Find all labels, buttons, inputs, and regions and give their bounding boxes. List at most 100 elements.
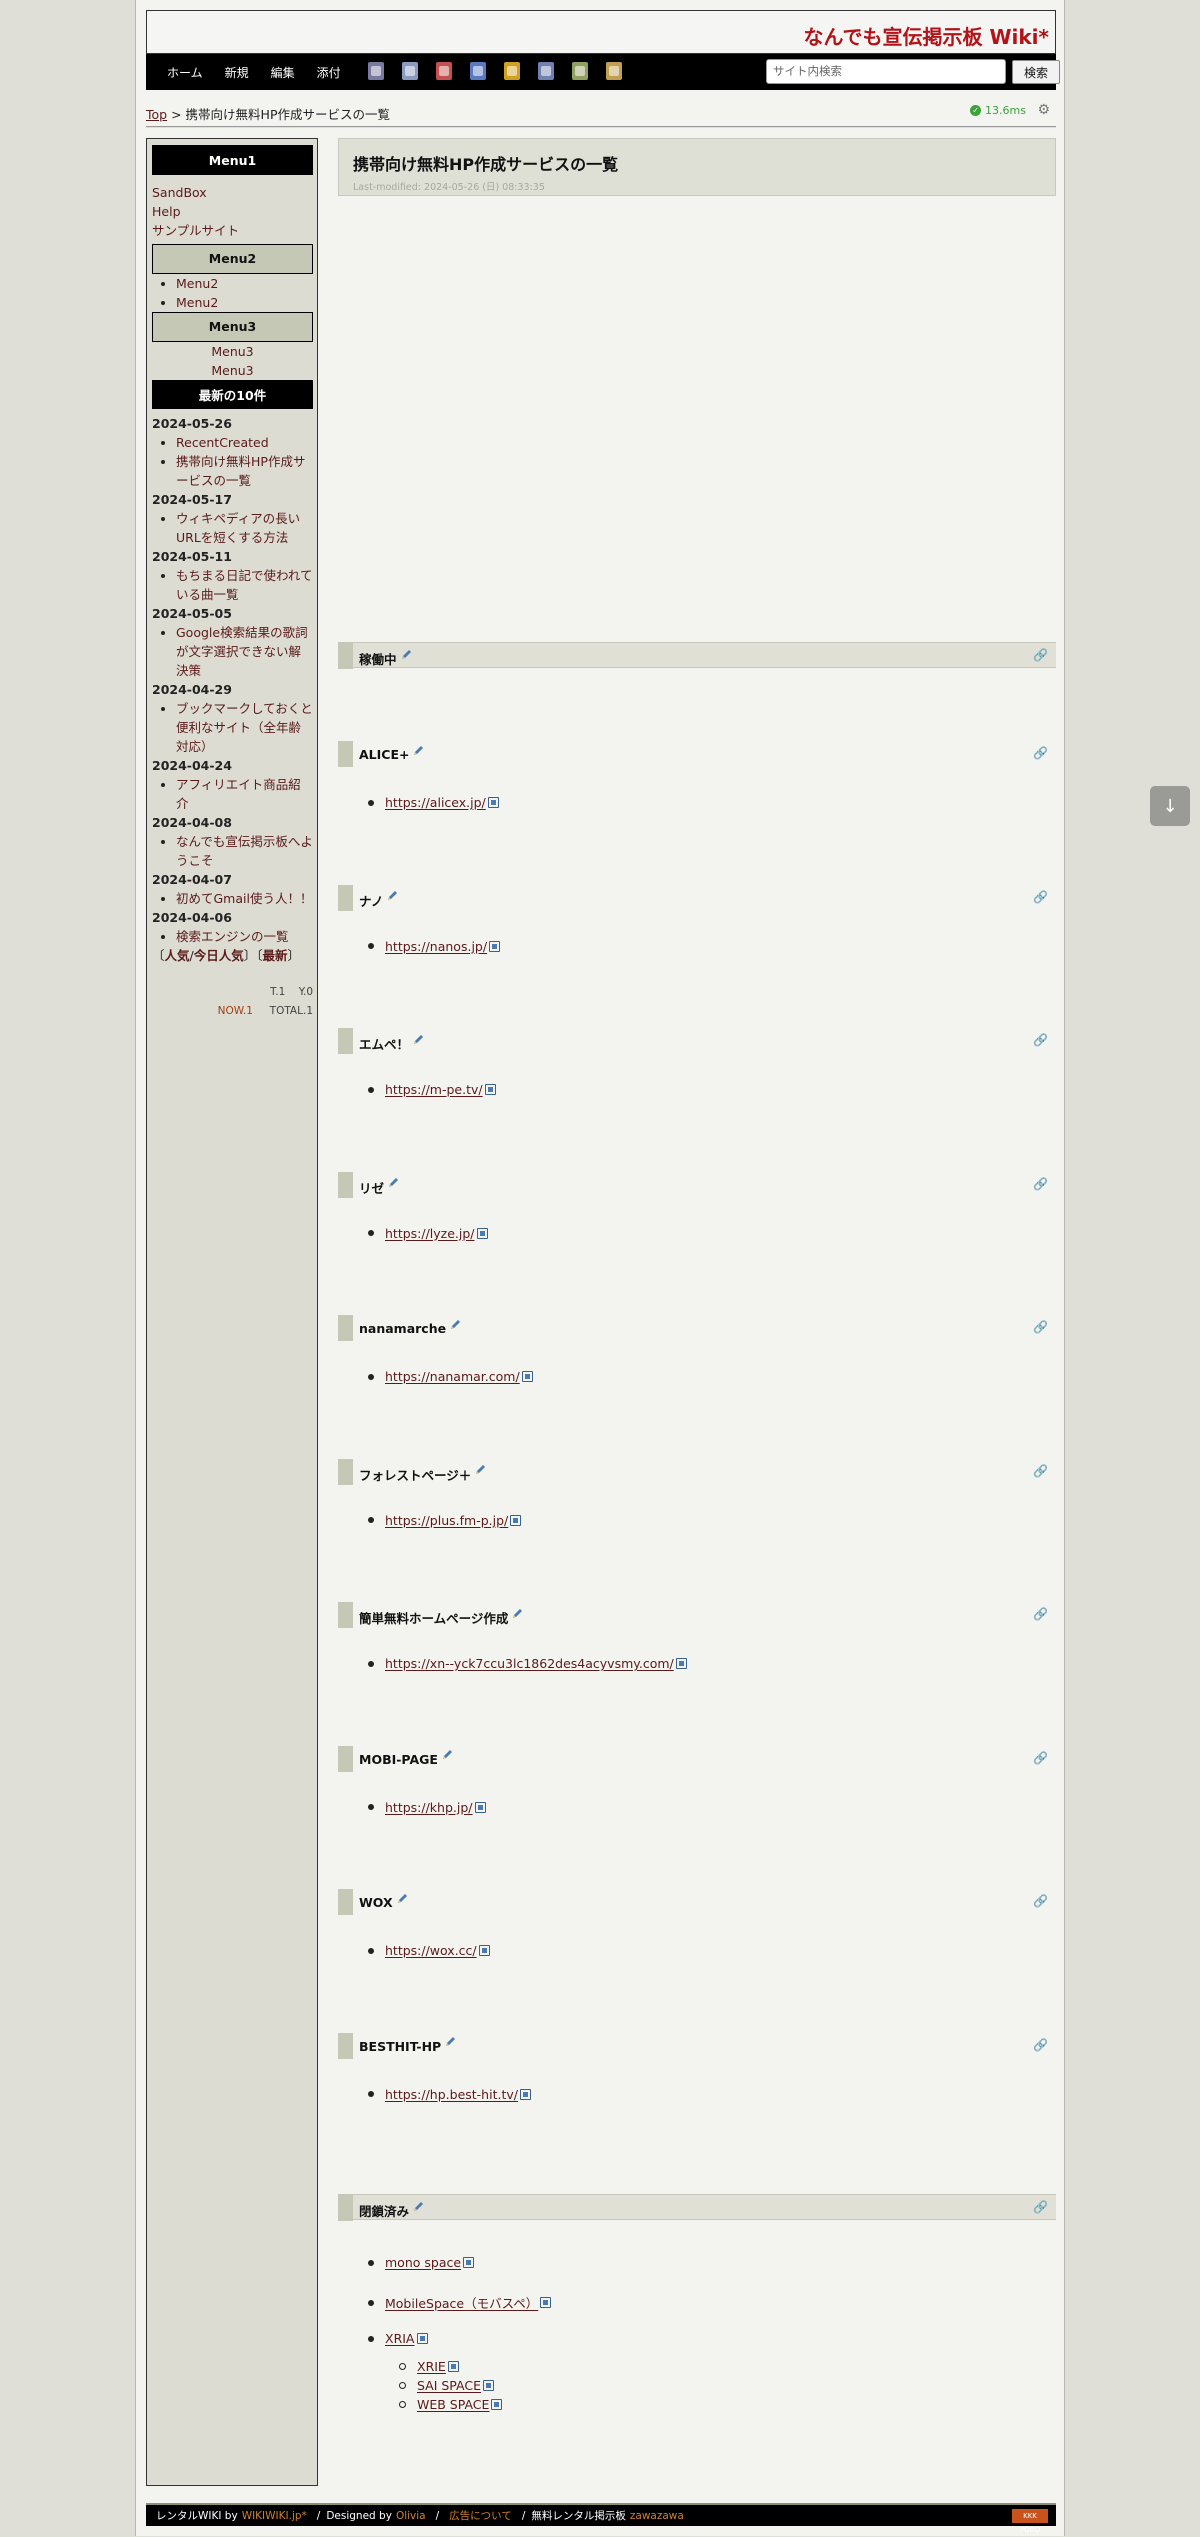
image-icon[interactable] — [436, 62, 452, 80]
list-item[interactable]: Google検索結果の歌詞が文字選択できない解決策 — [176, 623, 313, 680]
anchor-link-icon[interactable]: 🔗 — [1033, 2038, 1048, 2052]
closed-link[interactable]: XRIA — [385, 2331, 415, 2346]
nav-new[interactable]: 新規 — [225, 64, 249, 81]
edit-pencil-icon[interactable] — [511, 1608, 523, 1620]
edit-pencil-icon[interactable] — [441, 1749, 453, 1761]
menu3-link[interactable]: Menu3 — [152, 342, 313, 361]
nav-attach[interactable]: 添付 — [317, 64, 341, 81]
edit-pencil-icon[interactable] — [412, 745, 424, 757]
anchor-link-icon[interactable]: 🔗 — [1033, 746, 1048, 760]
recent-page-link[interactable]: 初めてGmail使う人！！ — [176, 891, 312, 906]
attach-icon[interactable] — [368, 62, 384, 80]
list-item[interactable]: ブックマークしておくと便利なサイト（全年齢対応） — [176, 699, 313, 756]
sidebar-link-help[interactable]: Help — [152, 202, 313, 221]
recent-page-link[interactable]: RecentCreated — [176, 435, 269, 450]
footer-logo[interactable]: KKK PORO — [1012, 2509, 1048, 2534]
recent-page-link[interactable]: もちまる日記で使われている曲一覧 — [176, 568, 313, 602]
service-url-link[interactable]: https://wox.cc/ — [385, 1943, 477, 1958]
external-link-icon — [463, 2257, 475, 2268]
menu2-link[interactable]: Menu2 — [176, 276, 218, 291]
service-url-link[interactable]: https://lyze.jp/ — [385, 1226, 475, 1241]
backup-icon[interactable] — [606, 62, 622, 80]
edit-pencil-icon[interactable] — [449, 1319, 461, 1331]
nav-home[interactable]: ホーム — [167, 64, 203, 81]
edit-pencil-icon[interactable] — [444, 2036, 456, 2048]
edit-pencil-icon[interactable] — [412, 2201, 424, 2213]
edit-pencil-icon[interactable] — [474, 1464, 486, 1476]
list-item[interactable]: 携帯向け無料HP作成サービスの一覧 — [176, 452, 313, 490]
closed-sub-link[interactable]: XRIE — [417, 2359, 446, 2374]
list-item[interactable]: なんでも宣伝掲示板へようこそ — [176, 832, 313, 870]
service-url-link[interactable]: https://nanamar.com/ — [385, 1369, 520, 1384]
list-item[interactable]: Menu2 — [176, 293, 313, 312]
lock-icon[interactable] — [504, 62, 520, 80]
recent-date-list: ウィキペディアの長いURLを短くする方法 — [152, 509, 313, 547]
edit-pencil-icon[interactable] — [387, 1177, 399, 1189]
page-icon[interactable] — [470, 62, 486, 80]
edit-pencil-icon[interactable] — [412, 1034, 424, 1046]
recent-date: 2024-04-29 — [152, 682, 232, 697]
site-title[interactable]: なんでも宣伝掲示板 Wiki* — [804, 21, 1050, 50]
list-item[interactable]: アフィリエイト商品紹介 — [176, 775, 313, 813]
recent-page-link[interactable]: なんでも宣伝掲示板へようこそ — [176, 834, 313, 868]
recent-page-link[interactable]: 携帯向け無料HP作成サービスの一覧 — [176, 454, 305, 488]
anchor-link-icon[interactable]: 🔗 — [1033, 1033, 1048, 1047]
recent-page-link[interactable]: ウィキペディアの長いURLを短くする方法 — [176, 511, 300, 545]
anchor-link-icon[interactable]: 🔗 — [1033, 1751, 1048, 1765]
anchor-link-icon[interactable]: 🔗 — [1033, 1894, 1048, 1908]
footer-wikiwiki-link[interactable]: WIKIWIKI.jp* — [242, 2510, 307, 2522]
service-url-link[interactable]: https://xn--yck7ccu3lc1862des4acyvsmy.co… — [385, 1656, 674, 1671]
copy-page-icon[interactable] — [402, 62, 418, 80]
service-url-link[interactable]: https://m-pe.tv/ — [385, 1082, 483, 1097]
list-item[interactable]: もちまる日記で使われている曲一覧 — [176, 566, 313, 604]
anchor-link-icon[interactable]: 🔗 — [1033, 1464, 1048, 1478]
service-url-link[interactable]: https://alicex.jp/ — [385, 795, 486, 810]
list-item[interactable]: ウィキペディアの長いURLを短くする方法 — [176, 509, 313, 547]
anchor-link-icon[interactable]: 🔗 — [1033, 1177, 1048, 1191]
recent-page-link[interactable]: Google検索結果の歌詞が文字選択できない解決策 — [176, 625, 308, 678]
search-input[interactable]: サイト内検索 — [766, 59, 1006, 84]
sidebar-link-sample[interactable]: サンプルサイト — [152, 221, 313, 240]
edit-pencil-icon[interactable] — [386, 890, 398, 902]
service-url-link[interactable]: https://plus.fm-p.jp/ — [385, 1513, 508, 1528]
footer-designer-link[interactable]: Olivia — [396, 2510, 426, 2522]
breadcrumb-current: 携帯向け無料HP作成サービスの一覧 — [185, 107, 390, 122]
list-icon[interactable] — [538, 62, 554, 80]
menu2-link[interactable]: Menu2 — [176, 295, 218, 310]
closed-sub-link[interactable]: SAI SPACE — [417, 2378, 481, 2393]
list-item[interactable]: 初めてGmail使う人！！ — [176, 889, 313, 908]
anchor-link-icon[interactable]: 🔗 — [1033, 648, 1048, 662]
service-url-item: https://m-pe.tv/ — [368, 1082, 496, 1097]
gear-icon[interactable]: ⚙ — [1037, 102, 1050, 118]
rank-popular-link[interactable]: 人気 — [165, 948, 190, 963]
list-item[interactable]: Menu2 — [176, 274, 313, 293]
list-item[interactable]: RecentCreated — [176, 433, 313, 452]
nav-edit[interactable]: 編集 — [271, 64, 295, 81]
footer-zawazawa-link[interactable]: zawazawa — [630, 2510, 684, 2522]
recent-page-link[interactable]: アフィリエイト商品紹介 — [176, 777, 301, 811]
service-url-link[interactable]: https://hp.best-hit.tv/ — [385, 2087, 518, 2102]
list-item[interactable]: 検索エンジンの一覧 — [176, 927, 313, 946]
breadcrumb-top[interactable]: Top — [146, 107, 167, 122]
menu3-link[interactable]: Menu3 — [152, 361, 313, 380]
anchor-link-icon[interactable]: 🔗 — [1033, 2200, 1048, 2214]
closed-link[interactable]: mono space — [385, 2255, 461, 2270]
anchor-link-icon[interactable]: 🔗 — [1033, 890, 1048, 904]
edit-pencil-icon[interactable] — [400, 649, 412, 661]
recent-page-link[interactable]: 検索エンジンの一覧 — [176, 929, 289, 944]
closed-sub-link[interactable]: WEB SPACE — [417, 2397, 489, 2412]
search-button[interactable]: 検索 — [1012, 60, 1060, 84]
rank-latest-link[interactable]: 最新 — [263, 948, 288, 963]
rank-today-link[interactable]: 今日人気 — [194, 948, 244, 963]
anchor-link-icon[interactable]: 🔗 — [1033, 1320, 1048, 1334]
history-icon[interactable] — [572, 62, 588, 80]
closed-link[interactable]: MobileSpace（モバスペ） — [385, 2293, 538, 2312]
service-url-link[interactable]: https://khp.jp/ — [385, 1800, 473, 1815]
scroll-down-button[interactable]: ↓ — [1150, 786, 1190, 826]
edit-pencil-icon[interactable] — [396, 1893, 408, 1905]
anchor-link-icon[interactable]: 🔗 — [1033, 1607, 1048, 1621]
service-url-link[interactable]: https://nanos.jp/ — [385, 939, 487, 954]
sidebar-link-sandbox[interactable]: SandBox — [152, 183, 313, 202]
footer-ad-link[interactable]: 広告について — [449, 2508, 512, 2523]
recent-page-link[interactable]: ブックマークしておくと便利なサイト（全年齢対応） — [176, 701, 313, 754]
